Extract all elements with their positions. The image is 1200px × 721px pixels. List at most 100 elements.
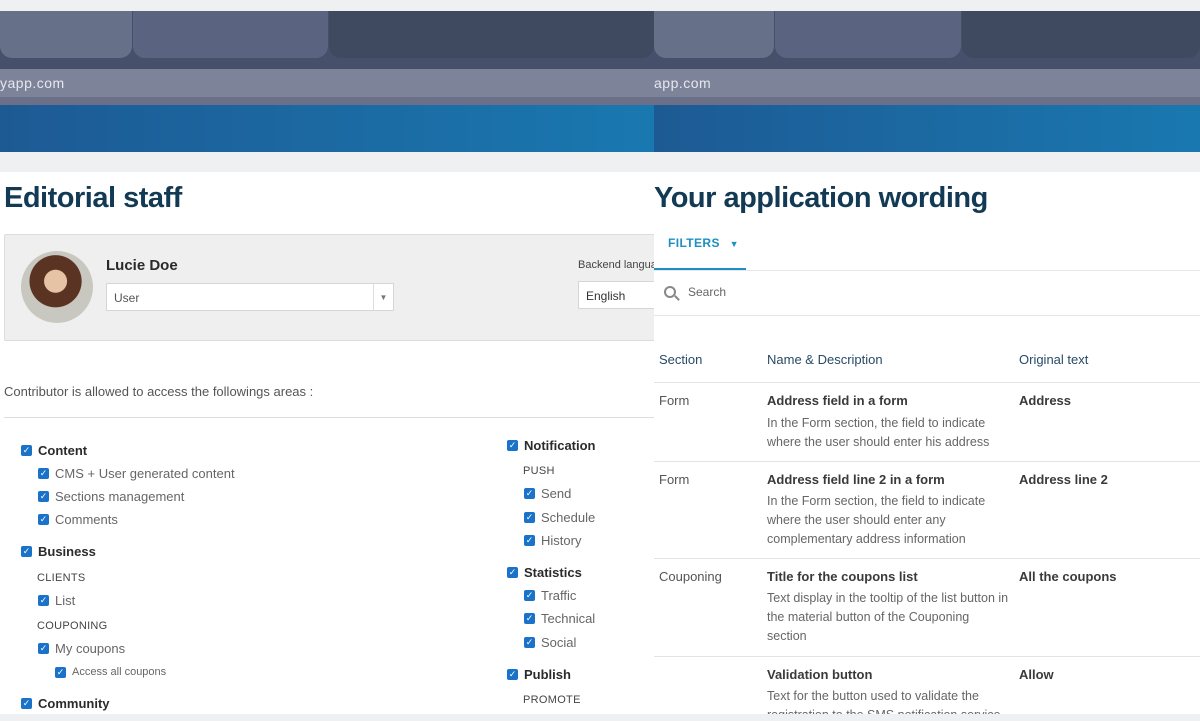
row-name: Validation button <box>767 667 873 682</box>
row-description: Text display in the tooltip of the list … <box>767 591 1009 643</box>
check-icon[interactable]: ✓ <box>507 669 518 680</box>
row-name: Address field line 2 in a form <box>767 472 945 487</box>
row-section: Couponing <box>659 569 722 584</box>
role-value: User <box>114 291 140 305</box>
checkbox-sections[interactable]: ✓ Sections management <box>38 489 184 504</box>
checkbox-label: Business <box>38 544 96 559</box>
checkbox-access-all-coupons[interactable]: ✓ Access all coupons <box>55 666 166 678</box>
language-select[interactable]: English <box>578 281 654 309</box>
browser-tab-bar <box>654 11 1200 69</box>
divider <box>4 417 654 418</box>
check-icon[interactable]: ✓ <box>21 546 32 557</box>
row-original-text: Allow <box>1019 667 1054 682</box>
checkbox-label: CMS + User generated content <box>55 466 235 481</box>
browser-tab[interactable] <box>329 11 654 58</box>
url-bar[interactable]: yapp.com <box>0 69 654 97</box>
checkbox-history[interactable]: ✓ History <box>524 533 581 548</box>
toolbar-strip <box>654 97 1200 105</box>
checkbox-label: Technical <box>541 611 596 626</box>
row-original-text: Address line 2 <box>1019 472 1108 487</box>
language-value: English <box>586 289 626 303</box>
check-icon[interactable]: ✓ <box>524 488 535 499</box>
search-divider <box>654 315 1200 316</box>
checkbox-send[interactable]: ✓ Send <box>524 486 571 501</box>
check-icon[interactable]: ✓ <box>524 590 535 601</box>
role-select[interactable]: User ▼ <box>106 283 394 311</box>
search-placeholder: Search <box>688 285 727 299</box>
search-icon <box>664 286 676 298</box>
checkbox-comments[interactable]: ✓ Comments <box>38 512 118 527</box>
checkbox-technical[interactable]: ✓ Technical <box>524 611 595 626</box>
check-icon[interactable]: ✓ <box>507 567 518 578</box>
page-title: Your application wording <box>654 182 988 214</box>
url-bar[interactable]: app.com <box>654 69 1200 97</box>
column-header-section[interactable]: Section <box>659 352 702 367</box>
table-row[interactable]: Form Address field in a form In the Form… <box>654 382 1200 462</box>
user-card: Lucie Doe User ▼ Backend langua English <box>4 234 654 341</box>
avatar <box>21 251 93 323</box>
top-strip <box>0 0 654 11</box>
checkbox-social[interactable]: ✓ Social <box>524 635 576 650</box>
tab-divider <box>654 270 1200 271</box>
checkbox-list[interactable]: ✓ List <box>38 593 75 608</box>
browser-tab[interactable] <box>133 11 328 58</box>
check-icon[interactable]: ✓ <box>38 491 49 502</box>
page-title: Editorial staff <box>4 182 182 214</box>
check-icon[interactable]: ✓ <box>38 595 49 606</box>
checkbox-content[interactable]: ✓ Content <box>21 443 87 458</box>
browser-tab[interactable] <box>962 11 1200 58</box>
wording-panel: app.com Your application wording FILTERS… <box>654 0 1200 721</box>
check-icon[interactable]: ✓ <box>524 637 535 648</box>
checkbox-statistics[interactable]: ✓ Statistics <box>507 565 582 580</box>
search-input[interactable]: Search <box>664 285 726 299</box>
checkbox-label: Comments <box>55 512 118 527</box>
check-icon[interactable]: ✓ <box>38 514 49 525</box>
row-description: Text for the button used to validate the… <box>767 689 1000 714</box>
column-header-name[interactable]: Name & Description <box>767 352 883 367</box>
table-row[interactable]: Couponing Title for the coupons list Tex… <box>654 558 1200 656</box>
checkbox-label: Content <box>38 443 88 458</box>
check-icon[interactable]: ✓ <box>21 698 32 709</box>
checkbox-label: Access all coupons <box>72 666 167 678</box>
bottom-strip <box>0 714 654 721</box>
checkbox-my-coupons[interactable]: ✓ My coupons <box>38 641 125 656</box>
check-icon[interactable]: ✓ <box>38 643 49 654</box>
check-icon[interactable]: ✓ <box>38 468 49 479</box>
row-section: Form <box>659 472 690 487</box>
checkbox-label: Sections management <box>55 489 185 504</box>
url-text: app.com <box>654 75 712 91</box>
chevron-down-icon[interactable]: ▼ <box>373 284 393 310</box>
checkbox-business[interactable]: ✓ Business <box>21 544 96 559</box>
checkbox-notification[interactable]: ✓ Notification <box>507 438 596 453</box>
check-icon[interactable]: ✓ <box>524 512 535 523</box>
editorial-staff-panel: yapp.com Editorial staff Lucie Doe User … <box>0 0 654 721</box>
column-header-original[interactable]: Original text <box>1019 352 1088 367</box>
browser-tab[interactable] <box>775 11 961 58</box>
check-icon[interactable]: ✓ <box>524 613 535 624</box>
checkbox-label: My coupons <box>55 641 126 656</box>
table-row[interactable]: Validation button Text for the button us… <box>654 656 1200 714</box>
check-icon[interactable]: ✓ <box>524 535 535 546</box>
browser-tab[interactable] <box>0 11 132 58</box>
group-caption-push: PUSH <box>523 465 555 477</box>
browser-tab[interactable] <box>654 11 774 58</box>
access-description: Contributor is allowed to access the fol… <box>4 384 314 399</box>
checkbox-schedule[interactable]: ✓ Schedule <box>524 510 595 525</box>
checkbox-label: Notification <box>524 438 596 453</box>
table-row[interactable]: Form Address field line 2 in a form In t… <box>654 461 1200 559</box>
group-caption-promote: PROMOTE <box>523 694 581 706</box>
app-header-banner <box>0 105 654 152</box>
checkbox-traffic[interactable]: ✓ Traffic <box>524 588 576 603</box>
checkbox-label: List <box>55 593 76 608</box>
checkbox-community[interactable]: ✓ Community <box>21 696 110 711</box>
filters-tab[interactable]: FILTERS ▼ <box>668 236 739 250</box>
check-icon[interactable]: ✓ <box>507 440 518 451</box>
row-original-text: All the coupons <box>1019 569 1117 584</box>
group-caption-couponing: COUPONING <box>37 620 108 632</box>
check-icon[interactable]: ✓ <box>21 445 32 456</box>
row-name: Title for the coupons list <box>767 569 918 584</box>
checkbox-cms[interactable]: ✓ CMS + User generated content <box>38 466 235 481</box>
checkbox-publish[interactable]: ✓ Publish <box>507 667 571 682</box>
check-icon[interactable]: ✓ <box>55 666 66 678</box>
user-name: Lucie Doe <box>106 257 178 274</box>
